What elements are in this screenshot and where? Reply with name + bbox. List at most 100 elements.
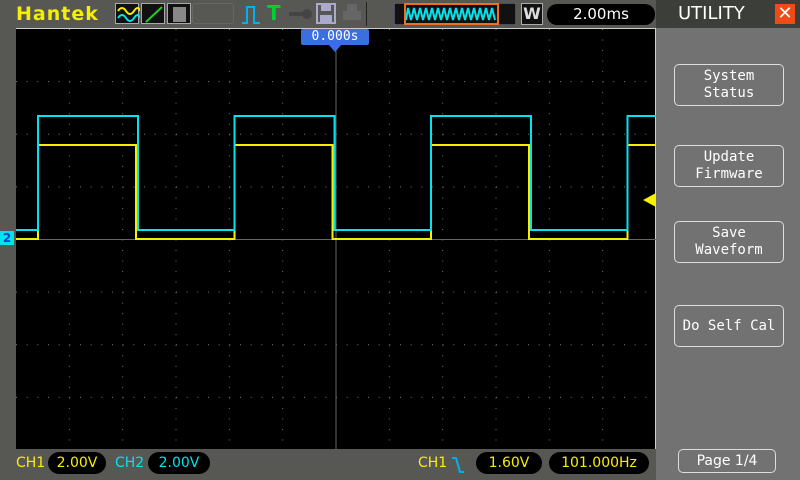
grid-dot [218,186,220,188]
grid-dot [68,207,70,209]
grid-dot [496,81,497,83]
timebase-value[interactable]: 2.00ms [547,4,655,25]
grid-dot [548,113,550,115]
ch2-level-marker[interactable]: 2 [0,231,14,245]
trig-T-icon: T [267,1,281,25]
grid-dot [228,144,230,146]
grid-dot [592,396,593,398]
grid-dot [613,291,615,293]
grid-dot [388,92,390,94]
ch2-scale[interactable]: 2.00V [148,452,210,474]
grid-dot [282,355,284,357]
grid-dot [304,133,305,135]
grid-dot [548,439,550,441]
grid-dot [272,186,273,188]
grid-dot [250,81,252,83]
grid-dot [68,155,70,157]
grid-dot [560,396,561,398]
grid-dot [250,133,252,135]
dual-wave-icon[interactable] [115,3,141,24]
grid-dot [68,386,70,388]
grid-dot [175,123,177,125]
grid-dot [228,176,230,178]
grid-dot [581,396,583,398]
grid-dot [101,344,103,346]
grid-dot [101,186,103,188]
trigger-level-arrow[interactable] [643,193,656,207]
save-disk-icon[interactable] [316,3,336,24]
grid-dot [602,396,604,398]
grid-dot [48,133,49,135]
waveform-display[interactable] [16,28,656,450]
trigger-level[interactable]: 1.60V [476,452,542,474]
grid-dot [228,39,230,41]
page-button[interactable]: Page 1/4 [678,449,776,473]
grid-dot [346,344,348,346]
pulse-trigger-icon[interactable] [241,5,261,25]
persist-icon[interactable] [167,3,191,24]
grid-dot [581,81,583,83]
grid-dot [282,207,284,209]
grid-dot [410,81,412,83]
grid-dot [69,186,71,188]
grid-dot [495,365,497,367]
grid-dot [325,186,327,188]
grid-dot [272,396,273,398]
close-icon[interactable]: ✕ [775,4,795,24]
grid-dot [496,186,497,188]
grid-dot [442,323,444,325]
ch1-scale[interactable]: 2.00V [48,452,106,474]
grid-dot [548,250,550,252]
grid-dot [165,186,167,188]
grid-dot [548,418,550,420]
grid-dot [602,123,604,125]
trigger-time-marker[interactable]: 0.000s [301,29,369,45]
grid-dot [154,291,156,293]
grid-dot [122,81,124,83]
window-mode-badge[interactable]: W [521,3,543,25]
grid-dot [538,291,540,293]
grid-dot [293,133,295,135]
grid-dot [548,29,550,30]
grid-dot [282,365,284,367]
grid-dot [388,407,390,409]
grid-dot [37,344,39,346]
grid-dot [68,376,70,378]
grid-dot [495,92,497,94]
grid-dot [282,344,284,346]
system-status-button[interactable]: System Status [674,64,784,106]
grid-dot [175,281,177,283]
grid-dot [528,396,529,398]
top-bar: Hantek T W 2.00ms [0,0,655,28]
grid-dot [218,291,220,293]
grid-dot [282,92,284,94]
grid-dot [442,207,444,209]
grid-dot [389,396,391,398]
grid-dot [165,81,167,83]
grid-dot [442,228,444,230]
line-icon[interactable] [141,3,165,24]
grid-dot [346,186,348,188]
waveform-overview-icon[interactable] [394,3,516,25]
self-cal-button[interactable]: Do Self Cal [674,305,784,347]
grid-dot [388,39,390,41]
grid-dot [506,396,508,398]
grid-dot [228,334,230,336]
grid-dot [112,133,113,135]
grid-dot [346,81,348,83]
grid-dot [122,344,124,346]
grid-dot [368,344,369,346]
grid-dot [442,407,444,409]
grid-dot [602,250,604,252]
grid-dot [165,344,167,346]
grid-dot [112,186,113,188]
save-waveform-button[interactable]: Save Waveform [674,221,784,263]
update-firmware-button[interactable]: Update Firmware [674,145,784,187]
grid-dot [175,60,177,62]
grid-dot [186,81,188,83]
grid-dot [388,71,390,73]
grid-dot [68,365,70,367]
grid-dot [517,396,519,398]
grid-dot [581,133,583,135]
grid-dot [602,439,604,441]
